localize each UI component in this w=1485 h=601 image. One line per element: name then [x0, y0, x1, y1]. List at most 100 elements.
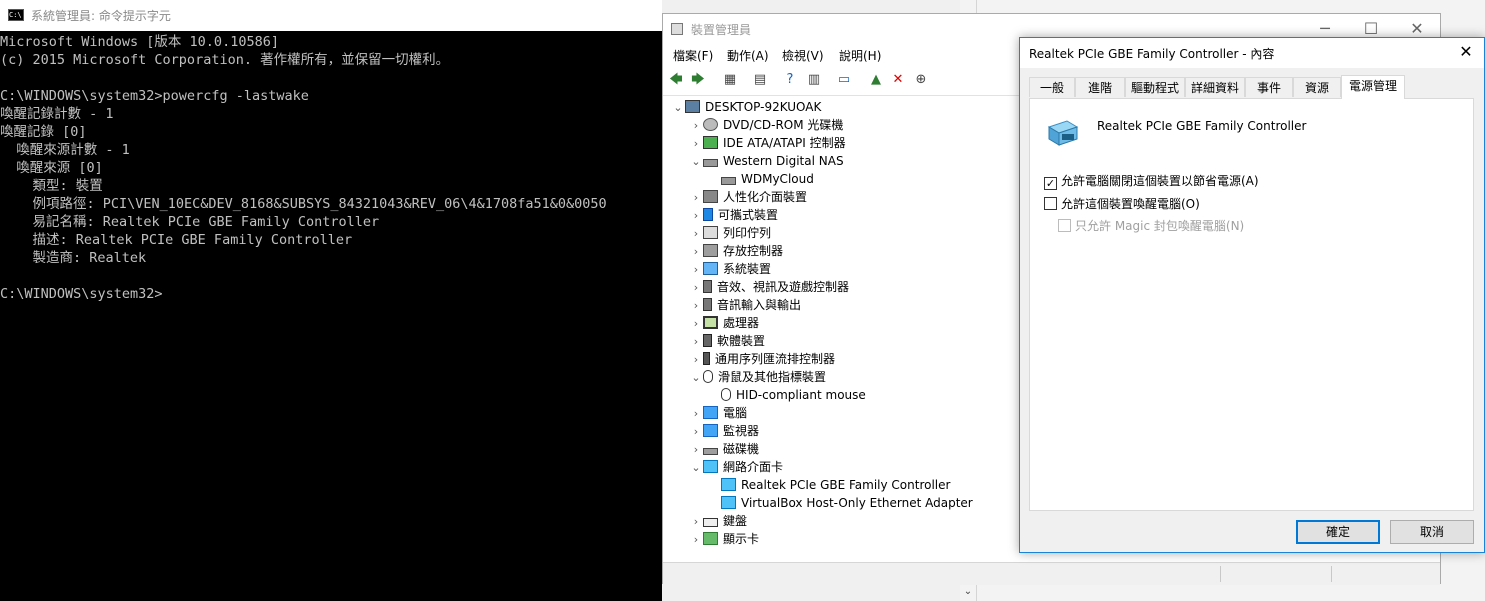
tree-item[interactable]: › 磁碟機 [689, 440, 759, 458]
menu-view[interactable]: 檢視(V) [782, 47, 824, 64]
tree-item[interactable]: › 通用序列匯流排控制器 [689, 350, 835, 368]
computer-icon [685, 100, 700, 113]
help-icon[interactable]: ? [781, 71, 799, 89]
tree-item-label: 軟體裝置 [717, 334, 766, 348]
tree-item[interactable]: ⌄ 網路介面卡 [689, 458, 783, 476]
tab-advanced[interactable]: 進階 [1075, 77, 1125, 97]
cmd-line: 喚醒記錄計數 - 1 [0, 106, 114, 122]
tab-general[interactable]: 一般 [1029, 77, 1075, 97]
expand-chevron-icon[interactable]: › [689, 261, 703, 279]
magic-packet-label: 只允許 Magic 封包喚醒電腦(N) [1075, 219, 1245, 233]
tab-details[interactable]: 詳細資料 [1185, 77, 1245, 97]
menu-action[interactable]: 動作(A) [727, 47, 769, 64]
tree-item[interactable]: › 監視器 [689, 422, 759, 440]
tree-item[interactable]: › 鍵盤 [689, 512, 747, 530]
tree-item-label: IDE ATA/ATAPI 控制器 [723, 136, 846, 150]
show-hidden-icon[interactable]: ▥ [805, 71, 823, 89]
close-icon[interactable]: ✕ [1456, 42, 1476, 62]
properties-view-icon[interactable]: ▦ [721, 71, 739, 89]
tree-item-label: 顯示卡 [723, 532, 760, 546]
expand-chevron-icon[interactable]: › [689, 297, 703, 315]
tree-item[interactable]: › DVD/CD-ROM 光碟機 [689, 116, 843, 134]
tree-item[interactable]: › IDE ATA/ATAPI 控制器 [689, 134, 846, 152]
tree-item-label: 鍵盤 [723, 514, 748, 528]
forward-icon[interactable]: 🡆 [689, 71, 707, 89]
collapse-chevron-icon[interactable]: ⌄ [671, 99, 685, 117]
tree-item[interactable]: › 顯示卡 [689, 530, 759, 548]
collapse-chevron-icon[interactable]: ⌄ [689, 153, 703, 171]
cmd-title-bar[interactable]: C:\ 系統管理員: 命令提示字元 [0, 0, 662, 31]
tree-item[interactable]: › 音訊輸入與輸出 [689, 296, 801, 314]
magic-packet-option: 只允許 Magic 封包喚醒電腦(N) [1058, 218, 1244, 234]
expand-chevron-icon[interactable]: › [689, 405, 703, 423]
tree-item[interactable]: › 人性化介面裝置 [689, 188, 807, 206]
mouse-icon [721, 388, 731, 401]
expand-chevron-icon[interactable]: › [689, 351, 703, 369]
cmd-console[interactable]: Microsoft Windows [版本 10.0.10586] (c) 201… [0, 31, 662, 601]
properties-dialog: Realtek PCIe GBE Family Controller - 內容 … [1019, 37, 1485, 553]
allow-wake-checkbox[interactable] [1044, 197, 1057, 210]
cancel-button[interactable]: 取消 [1390, 520, 1474, 544]
uninstall-icon[interactable]: ✕ [889, 71, 907, 89]
back-icon[interactable]: 🡄 [667, 71, 685, 89]
cmd-line: 類型: 裝置 [0, 178, 103, 194]
expand-chevron-icon[interactable]: › [689, 135, 703, 153]
expand-chevron-icon[interactable]: › [689, 207, 703, 225]
expand-chevron-icon[interactable]: › [689, 441, 703, 459]
scan-hardware-icon[interactable]: ▭ [835, 71, 853, 89]
tree-item[interactable]: › 列印佇列 [689, 224, 771, 242]
disk-drive-icon [703, 448, 718, 455]
expand-chevron-icon[interactable]: › [689, 333, 703, 351]
dvd-drive-icon [703, 118, 718, 131]
properties-icon[interactable]: ▤ [751, 71, 769, 89]
tree-item[interactable]: › 處理器 [689, 314, 759, 332]
tree-item[interactable]: › 電腦 [689, 404, 747, 422]
expand-chevron-icon[interactable]: › [689, 225, 703, 243]
tree-item[interactable]: ⌄ 滑鼠及其他指標裝置 [689, 368, 826, 386]
expand-chevron-icon[interactable]: › [689, 189, 703, 207]
tree-item[interactable]: ⌄ DESKTOP-92KUOAK [671, 98, 821, 116]
scroll-down-arrow-icon[interactable]: ⌄ [960, 583, 976, 601]
tree-item[interactable]: › 軟體裝置 [689, 332, 765, 350]
status-bar [663, 562, 1440, 585]
expand-chevron-icon[interactable]: › [689, 117, 703, 135]
expand-chevron-icon[interactable]: › [689, 279, 703, 297]
tree-item[interactable]: › 可攜式裝置 [689, 206, 778, 224]
tree-item[interactable]: ⌄ Western Digital NAS [689, 152, 843, 171]
ok-button[interactable]: 確定 [1296, 520, 1380, 544]
tree-item[interactable]: HID-compliant mouse [707, 386, 866, 404]
tree-item-label: DVD/CD-ROM 光碟機 [723, 118, 844, 132]
menu-file[interactable]: 檔案(F) [673, 47, 713, 64]
tree-item[interactable]: › 系統裝置 [689, 260, 771, 278]
expand-chevron-icon[interactable]: › [689, 531, 703, 549]
cmd-line: 喚醒來源 [0] [0, 160, 103, 176]
disable-device-icon[interactable]: ⊕ [912, 71, 930, 89]
properties-title-bar[interactable]: Realtek PCIe GBE Family Controller - 內容 … [1020, 38, 1484, 68]
expand-chevron-icon[interactable]: › [689, 243, 703, 261]
update-driver-icon[interactable]: ▲ [867, 71, 885, 89]
tree-item[interactable]: VirtualBox Host-Only Ethernet Adapter [707, 494, 973, 512]
collapse-chevron-icon[interactable]: ⌄ [689, 369, 703, 387]
expand-chevron-icon[interactable]: › [689, 513, 703, 531]
tree-item[interactable]: Realtek PCIe GBE Family Controller [707, 476, 950, 494]
usb-icon [703, 352, 710, 365]
tab-resources[interactable]: 資源 [1293, 77, 1341, 97]
tree-item-label: 磁碟機 [723, 442, 760, 456]
cmd-line [0, 267, 607, 285]
tab-power-management[interactable]: 電源管理 [1341, 75, 1405, 99]
tree-item-label: 存放控制器 [723, 244, 784, 258]
allow-turn-off-checkbox[interactable]: ✓ [1044, 177, 1057, 190]
expand-chevron-icon[interactable]: › [689, 423, 703, 441]
cmd-line: C:\WINDOWS\system32>powercfg -lastwake [0, 88, 309, 104]
expand-chevron-icon[interactable]: › [689, 315, 703, 333]
tab-events[interactable]: 事件 [1245, 77, 1293, 97]
device-manager-app-icon [671, 23, 683, 35]
menu-help[interactable]: 說明(H) [839, 47, 881, 64]
tree-item[interactable]: WDMyCloud [707, 170, 814, 188]
tree-item[interactable]: › 音效、視訊及遊戲控制器 [689, 278, 849, 296]
allow-turn-off-option[interactable]: ✓ 允許電腦關閉這個裝置以節省電源(A) [1044, 173, 1259, 190]
tab-driver[interactable]: 驅動程式 [1125, 77, 1185, 97]
collapse-chevron-icon[interactable]: ⌄ [689, 459, 703, 477]
allow-wake-option[interactable]: 允許這個裝置喚醒電腦(O) [1044, 196, 1200, 212]
tree-item[interactable]: › 存放控制器 [689, 242, 783, 260]
